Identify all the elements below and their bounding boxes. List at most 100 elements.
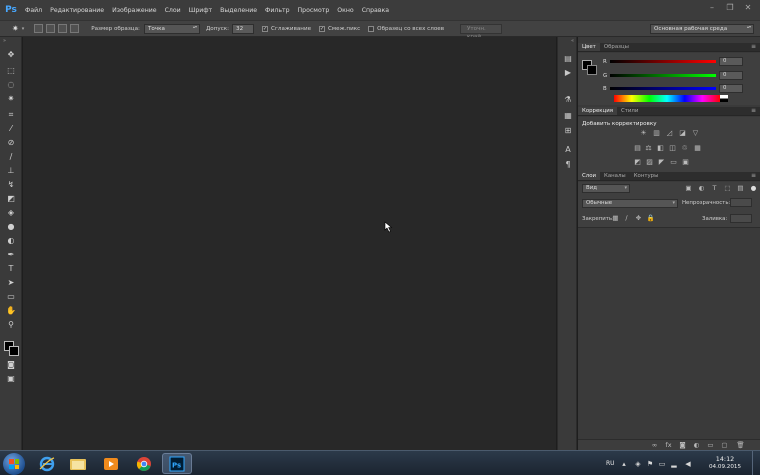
volume-icon[interactable]: ◀ xyxy=(684,460,692,468)
panel-menu-icon[interactable]: ≡ xyxy=(751,43,756,51)
path-select-tool-icon[interactable]: ➤ xyxy=(5,277,17,289)
collapse-tools-icon[interactable]: » xyxy=(3,38,6,44)
lock-transparency-icon[interactable]: ▦ xyxy=(611,214,620,223)
pen-tool-icon[interactable]: ✒ xyxy=(5,249,17,261)
clone-source-icon[interactable]: ⊞ xyxy=(562,125,574,137)
filter-type-icon[interactable]: T xyxy=(710,184,719,193)
show-desktop-button[interactable] xyxy=(752,451,760,475)
quick-mask-icon[interactable]: ◙ xyxy=(5,359,17,371)
filter-toggle-icon[interactable]: ● xyxy=(749,184,758,193)
magic-wand-tool-icon[interactable]: ✷ xyxy=(5,93,17,105)
filter-shape-icon[interactable]: ⬚ xyxy=(723,184,732,193)
new-group-icon[interactable]: ▭ xyxy=(706,441,715,450)
menu-filter[interactable]: Фильтр xyxy=(261,7,293,14)
invert-icon[interactable]: ◩ xyxy=(633,158,642,166)
color-spectrum-bar[interactable] xyxy=(614,95,720,102)
restore-icon[interactable]: ❐ xyxy=(724,3,736,13)
filter-pixel-icon[interactable]: ▣ xyxy=(684,184,693,193)
layers-list[interactable] xyxy=(578,227,760,439)
brush-tool-icon[interactable]: ∕ xyxy=(5,151,17,163)
chrome-taskbar-button[interactable] xyxy=(129,453,159,474)
blend-mode-select[interactable]: Обычные xyxy=(582,199,678,208)
type-tool-icon[interactable]: T xyxy=(5,263,17,275)
channel-g-slider[interactable] xyxy=(610,74,716,77)
filter-smart-object-icon[interactable]: ▤ xyxy=(736,184,745,193)
healing-tool-icon[interactable]: ⊘ xyxy=(5,137,17,149)
opacity-input[interactable] xyxy=(730,198,752,207)
photoshop-taskbar-button[interactable]: Ps xyxy=(162,453,192,474)
tab-styles[interactable]: Стили xyxy=(617,107,642,115)
all-layers-checkbox[interactable] xyxy=(368,25,375,32)
history-panel-icon[interactable]: ▤ xyxy=(562,53,574,65)
channel-g-value[interactable]: 0 xyxy=(719,71,743,80)
brush-panel-icon[interactable]: ▦ xyxy=(562,110,574,122)
selective-color-icon[interactable]: ▣ xyxy=(681,158,690,166)
posterize-icon[interactable]: ▨ xyxy=(645,158,654,166)
curves-adjustment-icon[interactable]: ◿ xyxy=(665,129,674,137)
panel-menu-icon[interactable]: ≡ xyxy=(751,172,756,180)
tray-app-icon[interactable]: ◈ xyxy=(634,460,642,468)
zoom-tool-icon[interactable]: ⚲ xyxy=(5,319,17,331)
menu-file[interactable]: Файл xyxy=(21,7,46,14)
channel-r-slider[interactable] xyxy=(610,60,716,63)
crop-tool-icon[interactable]: ⌗ xyxy=(5,109,17,121)
new-selection-icon[interactable] xyxy=(34,24,44,33)
tolerance-input[interactable]: 32 xyxy=(232,23,255,34)
tab-swatches[interactable]: Образцы xyxy=(600,43,633,51)
system-clock[interactable]: 14:12 04.09.2015 xyxy=(700,455,750,471)
channel-b-slider[interactable] xyxy=(610,87,716,90)
workspace-select[interactable]: Основная рабочая среда xyxy=(650,23,754,34)
levels-adjustment-icon[interactable]: ▥ xyxy=(652,129,661,137)
internet-explorer-taskbar-button[interactable] xyxy=(32,453,62,474)
channel-mixer-icon[interactable]: ♲ xyxy=(680,144,689,152)
actions-panel-icon[interactable]: ▶ xyxy=(562,67,574,79)
contiguous-checkbox[interactable]: ✓ xyxy=(319,25,326,32)
history-brush-tool-icon[interactable]: ↯ xyxy=(5,179,17,191)
tool-preset-dropdown-icon[interactable]: ▾ xyxy=(22,26,25,32)
tool-presets-icon[interactable]: ⚗ xyxy=(562,94,574,106)
menu-type[interactable]: Шрифт xyxy=(185,7,216,14)
tab-color[interactable]: Цвет xyxy=(578,43,600,51)
menu-help[interactable]: Справка xyxy=(358,7,393,14)
gradient-tool-icon[interactable]: ◈ xyxy=(5,207,17,219)
menu-image[interactable]: Изображение xyxy=(108,7,161,14)
tab-layers[interactable]: Слои xyxy=(578,172,601,180)
layer-mask-icon[interactable]: ◙ xyxy=(678,441,687,450)
tray-expand-icon[interactable]: ▴ xyxy=(620,460,628,468)
lasso-tool-icon[interactable]: ◌ xyxy=(5,79,17,91)
display-icon[interactable]: ▭ xyxy=(658,460,666,468)
layer-filter-select[interactable]: Вид xyxy=(582,184,630,193)
tab-channels[interactable]: Каналы xyxy=(600,172,630,180)
menu-layers[interactable]: Слои xyxy=(161,7,185,14)
paragraph-panel-icon[interactable]: ¶ xyxy=(562,159,574,171)
close-icon[interactable]: ✕ xyxy=(742,3,754,13)
shape-tool-icon[interactable]: ▭ xyxy=(5,291,17,303)
exposure-adjustment-icon[interactable]: ◪ xyxy=(678,129,687,137)
antialias-checkbox[interactable]: ✓ xyxy=(262,25,269,32)
delete-layer-icon[interactable]: 🗑 xyxy=(736,441,745,450)
sample-size-select[interactable]: Точка xyxy=(143,23,200,34)
magic-wand-icon[interactable]: ✷ xyxy=(12,24,19,33)
media-player-taskbar-button[interactable] xyxy=(96,453,126,474)
action-center-icon[interactable]: ⚑ xyxy=(646,460,654,468)
lock-all-icon[interactable]: 🔒 xyxy=(646,214,655,223)
document-canvas-area[interactable] xyxy=(23,37,556,450)
eraser-tool-icon[interactable]: ◩ xyxy=(5,193,17,205)
lock-position-icon[interactable]: ✥ xyxy=(634,214,643,223)
new-layer-icon[interactable]: ▢ xyxy=(720,441,729,450)
network-icon[interactable]: ▂ xyxy=(670,460,678,468)
lock-pixels-icon[interactable]: ∕ xyxy=(622,214,631,223)
start-button[interactable] xyxy=(3,453,25,475)
tab-adjustments[interactable]: Коррекция xyxy=(578,107,617,115)
file-explorer-taskbar-button[interactable] xyxy=(63,453,93,474)
hue-saturation-icon[interactable]: ▤ xyxy=(633,144,642,152)
filter-adjustment-icon[interactable]: ◐ xyxy=(697,184,706,193)
menu-edit[interactable]: Редактирование xyxy=(46,7,108,14)
panel-menu-icon[interactable]: ≡ xyxy=(751,107,756,115)
dodge-tool-icon[interactable]: ◐ xyxy=(5,235,17,247)
character-panel-icon[interactable]: A xyxy=(562,144,574,156)
link-layers-icon[interactable]: ∞ xyxy=(650,441,659,450)
blur-tool-icon[interactable]: ● xyxy=(5,221,17,233)
black-white-swatch[interactable] xyxy=(720,95,728,102)
fill-input[interactable] xyxy=(730,214,752,223)
